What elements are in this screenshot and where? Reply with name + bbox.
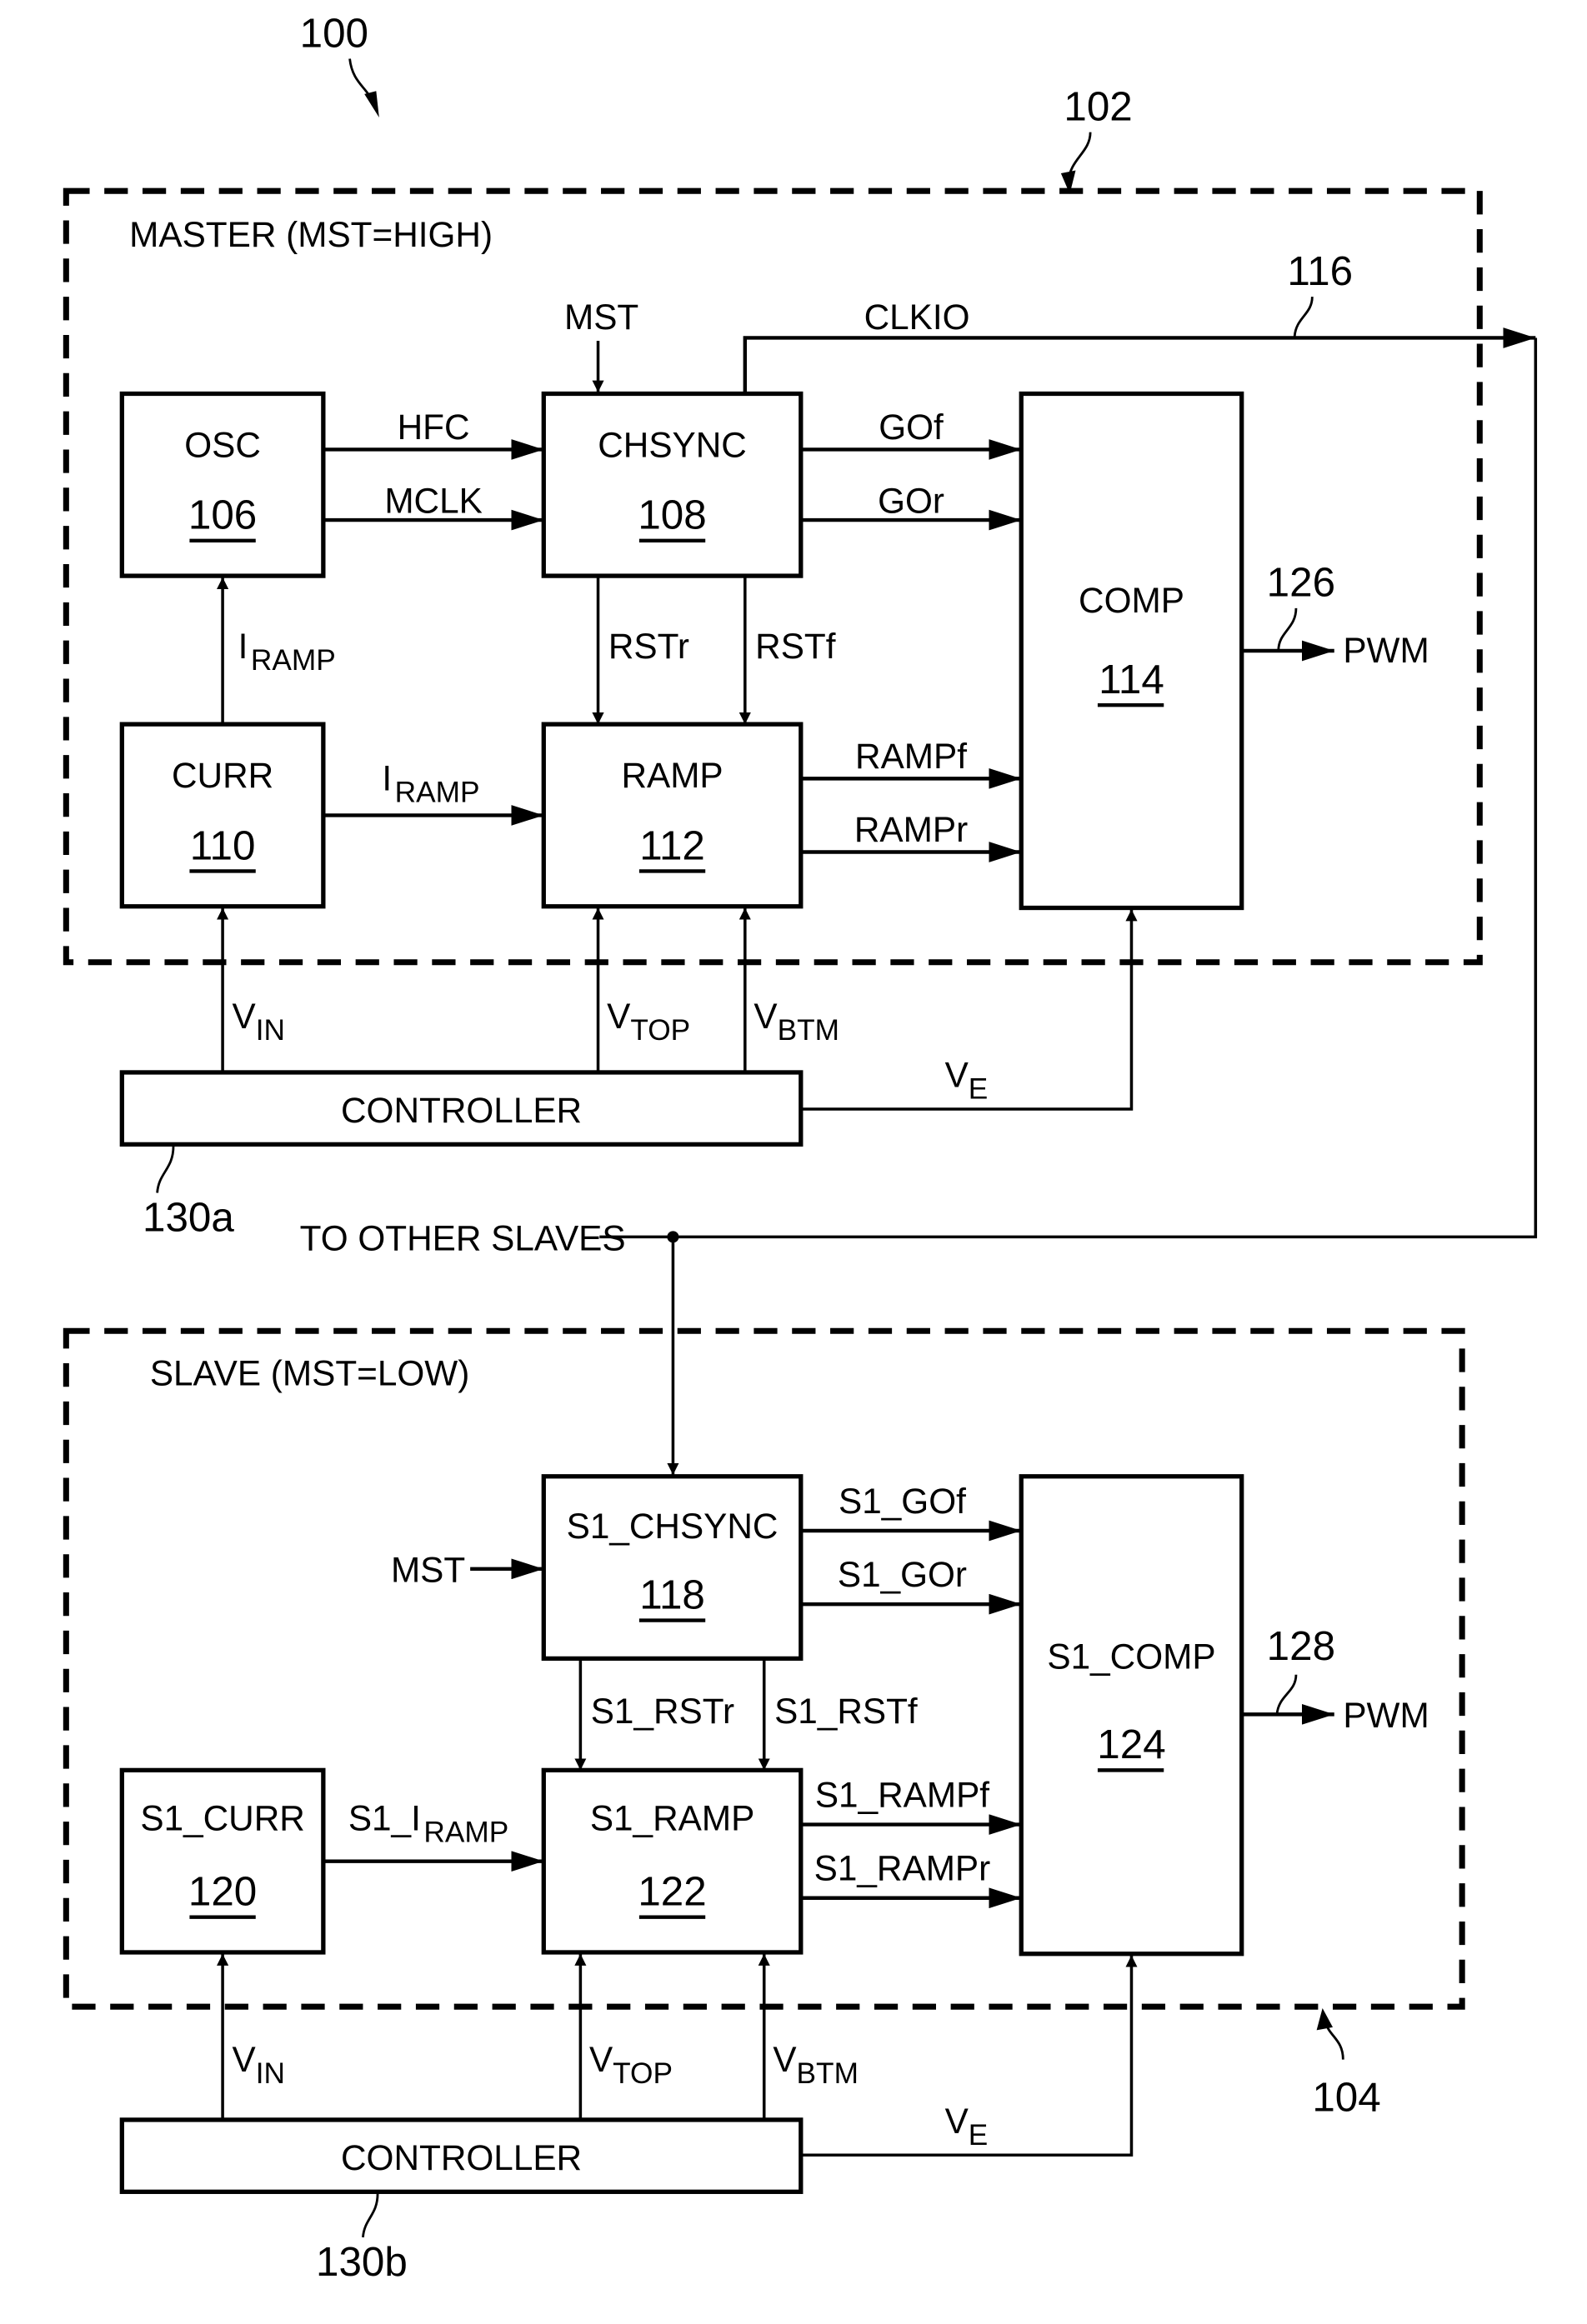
clkio-ref-label: 116 — [1287, 248, 1353, 294]
curr-name: CURR — [172, 756, 273, 795]
s1-iramp-label: S1_I RAMP — [348, 1799, 508, 1849]
controller-a-block: CONTROLLER — [119, 1070, 804, 1147]
clkio-wire — [743, 327, 1536, 392]
s1-comp-name: S1_COMP — [1047, 1637, 1215, 1677]
chsync-name: CHSYNC — [598, 425, 747, 464]
rstf-label: RSTf — [755, 627, 836, 666]
hfc-label: HFC — [398, 407, 470, 447]
comp-name: COMP — [1079, 581, 1184, 620]
s1-ramp-name: S1_RAMP — [590, 1799, 754, 1838]
s1-curr-name: S1_CURR — [140, 1799, 304, 1838]
controller-b-block: CONTROLLER — [119, 2117, 804, 2194]
master-pwm-label: PWM — [1343, 631, 1429, 670]
to-other-slaves-label: TO OTHER SLAVES — [300, 1218, 626, 1257]
mclk-label: MCLK — [384, 481, 483, 520]
clkio-label: CLKIO — [864, 297, 970, 337]
s1-rampr-label: S1_RAMPr — [814, 1849, 991, 1888]
s1-gof-label: S1_GOf — [839, 1482, 966, 1521]
slave-pwm-ref-leader — [1275, 1674, 1298, 1715]
a-vin-label: VIN — [233, 997, 285, 1047]
pwm-master-slave-block-diagram: 100 102 MASTER (MST=HIGH) MST CLKIO 116 … — [63, 10, 1538, 2285]
gor-label: GOr — [878, 481, 944, 520]
controller-a-ref: 130a — [143, 1194, 234, 1240]
clkio-ref-leader — [1293, 297, 1314, 337]
slave-mst-label: MST — [391, 1551, 465, 1590]
s1-rstr-label: S1_RSTr — [591, 1692, 734, 1731]
s1-chsync-block: S1_CHSYNC 118 — [541, 1474, 804, 1662]
chsync-ref: 108 — [638, 492, 706, 538]
s1-ramp-ref: 122 — [638, 1869, 706, 1915]
master-ref-label: 102 — [1064, 84, 1132, 130]
b-vin-label: VIN — [233, 2040, 285, 2090]
master-mst-label: MST — [564, 297, 638, 337]
slave-title: SLAVE (MST=LOW) — [150, 1353, 469, 1392]
b-vtop-label: VTOP — [589, 2040, 673, 2090]
controller-b-ref: 130b — [316, 2239, 408, 2285]
ramp-block: RAMP 112 — [541, 722, 804, 909]
controller-a-name: CONTROLLER — [341, 1091, 582, 1130]
rampr-label: RAMPr — [854, 810, 968, 849]
s1-chsync-ref: 118 — [639, 1572, 705, 1617]
slave-pwm-label: PWM — [1343, 1696, 1429, 1735]
s1-gor-label: S1_GOr — [838, 1555, 967, 1594]
slave-ref-arrowhead — [1316, 2007, 1334, 2031]
s1-ramp-block: S1_RAMP 122 — [541, 1767, 804, 1955]
comp-block: COMP 114 — [1019, 391, 1244, 911]
comp-ref: 114 — [1099, 657, 1164, 702]
b-ve-label: VE — [945, 2102, 989, 2152]
figure-ref-arrowhead — [364, 91, 379, 118]
b-vbtm-label: VBTM — [773, 2040, 859, 2090]
gof-label: GOf — [879, 407, 944, 447]
master-title: MASTER (MST=HIGH) — [129, 215, 493, 254]
chsync-block: CHSYNC 108 — [541, 391, 804, 578]
s1-curr-ref: 120 — [188, 1869, 257, 1915]
master-pwm-ref-leader — [1277, 607, 1298, 652]
slave-ref-label: 104 — [1312, 2074, 1380, 2120]
s1-curr-block: S1_CURR 120 — [119, 1767, 326, 1955]
s1-comp-block: S1_COMP 124 — [1019, 1474, 1244, 1957]
osc-name: OSC — [184, 425, 261, 464]
ramp-ref: 112 — [639, 822, 705, 868]
s1-chsync-name: S1_CHSYNC — [567, 1507, 778, 1546]
rstr-label: RSTr — [608, 627, 689, 666]
s1-rstf-label: S1_RSTf — [774, 1692, 918, 1731]
iramp-ramp-label: I RAMP — [382, 758, 479, 808]
a-vbtm-label: VBTM — [753, 997, 839, 1047]
rampf-label: RAMPf — [855, 737, 967, 776]
controller-a-ref-leader — [156, 1146, 175, 1193]
controller-b-ref-leader — [362, 2193, 379, 2238]
controller-b-name: CONTROLLER — [341, 2138, 582, 2177]
curr-block: CURR 110 — [119, 722, 326, 909]
osc-block: OSC 106 — [119, 391, 326, 578]
a-ve-label: VE — [945, 1056, 989, 1106]
figure-ref-label: 100 — [300, 10, 368, 56]
ramp-name: RAMP — [621, 756, 723, 795]
s1-rampf-label: S1_RAMPf — [815, 1775, 989, 1814]
slave-pwm-ref: 128 — [1267, 1623, 1335, 1669]
master-pwm-ref: 126 — [1267, 560, 1335, 606]
iramp-osc-label: I RAMP — [238, 627, 336, 677]
curr-ref: 110 — [190, 822, 256, 868]
a-vtop-label: VTOP — [607, 997, 690, 1047]
s1-comp-ref: 124 — [1097, 1722, 1165, 1767]
osc-ref: 106 — [188, 492, 257, 538]
